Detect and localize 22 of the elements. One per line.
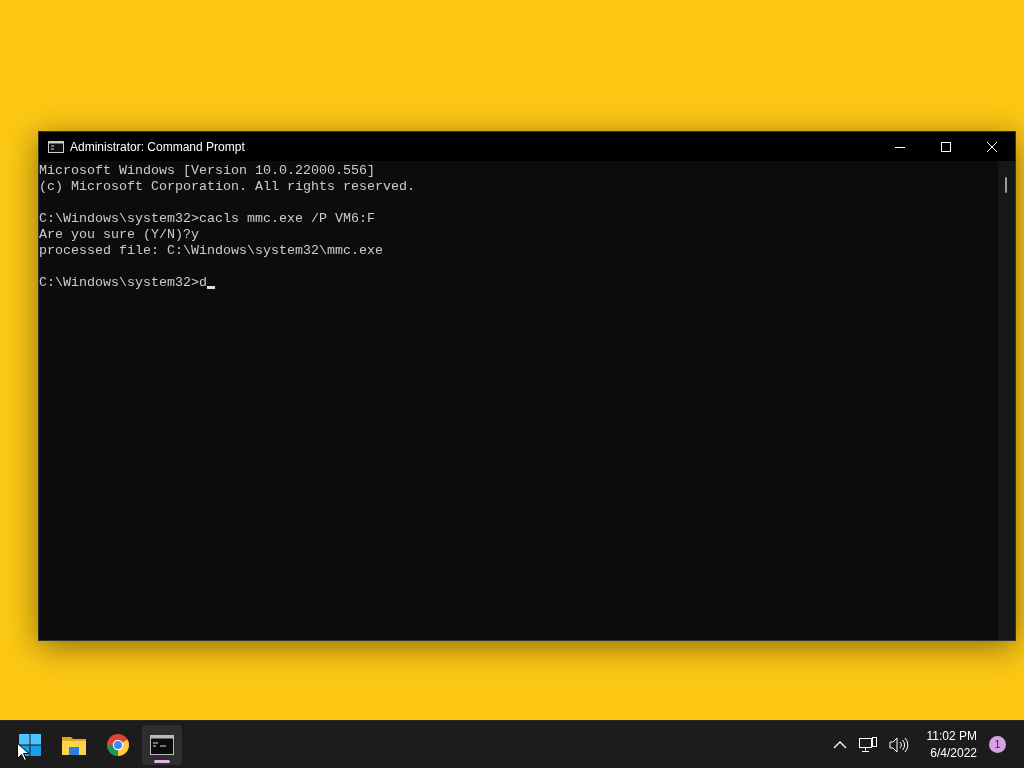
maximize-icon <box>941 141 951 152</box>
mouse-pointer-icon <box>17 742 29 761</box>
chevron-up-icon[interactable] <box>832 740 847 749</box>
console-line: Microsoft Windows [Version 10.0.22000.556] <box>39 163 375 179</box>
active-indicator <box>154 759 170 763</box>
console-line: Are you sure (Y/N)?y <box>39 227 199 243</box>
browser-icon <box>106 732 130 757</box>
clock[interactable]: 11:02 PM 6/4/2022 <box>926 727 977 762</box>
volume-icon[interactable] <box>888 736 909 753</box>
console-line: processed file: C:\Windows\system32\mmc.exe <box>39 243 383 259</box>
scroll-thumb[interactable] <box>1005 177 1007 193</box>
console-line: C:\Windows\system32>d <box>39 275 207 291</box>
taskbar-app-button[interactable] <box>142 724 182 765</box>
console-line: (c) Microsoft Corporation. All rights reserved. <box>39 179 415 195</box>
network-icon[interactable] <box>858 736 877 753</box>
console-icon <box>150 734 174 755</box>
console-icon <box>48 140 64 153</box>
scrollbar[interactable] <box>998 161 1015 640</box>
close-icon <box>987 141 997 152</box>
console-line: C:\Windows\system32>cacls mmc.exe /P VM6:F <box>39 211 375 227</box>
notification-badge[interactable]: 1 <box>989 736 1006 753</box>
window-title: Administrator: Command Prompt <box>70 139 245 154</box>
